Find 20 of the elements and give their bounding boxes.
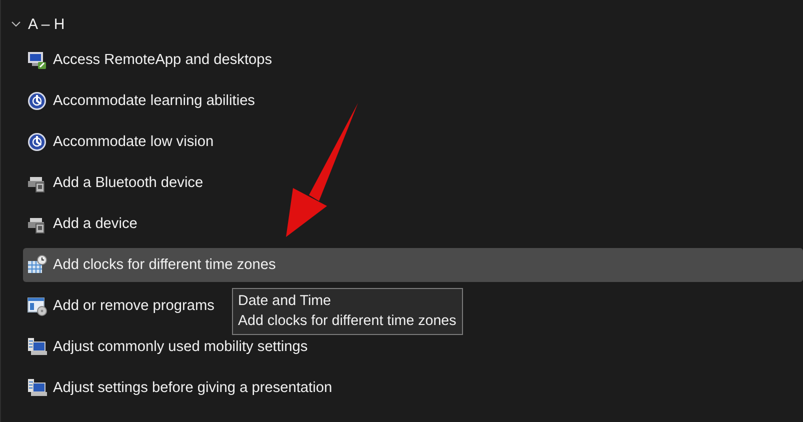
tooltip-title: Date and Time xyxy=(238,292,332,311)
programs-icon xyxy=(27,296,47,316)
list-item[interactable]: Add a Bluetooth device xyxy=(23,166,210,200)
list-item[interactable]: Access RemoteApp and desktops xyxy=(23,43,278,77)
calendar-clock-icon xyxy=(27,255,47,275)
list-item[interactable]: Accommodate low vision xyxy=(23,125,220,159)
list-item[interactable]: Add clocks for different time zones xyxy=(23,248,803,282)
list-item[interactable]: Add or remove programs xyxy=(23,289,220,323)
laptop-icon xyxy=(27,337,47,357)
chevron-icon[interactable] xyxy=(11,21,21,27)
list-item[interactable]: Adjust settings before giving a presentation xyxy=(23,371,338,405)
list-item[interactable]: Accommodate learning abilities xyxy=(23,84,261,118)
laptop-icon xyxy=(27,378,47,398)
remote-desktop-icon xyxy=(27,50,47,70)
group-header: A – H xyxy=(28,16,65,32)
accessibility-icon xyxy=(27,91,47,111)
list-item[interactable]: Add a device xyxy=(23,207,144,241)
tooltip-text: Add clocks for different time zones xyxy=(238,312,456,331)
accessibility-icon xyxy=(27,132,47,152)
list-item[interactable]: Adjust commonly used mobility settings xyxy=(23,330,314,364)
